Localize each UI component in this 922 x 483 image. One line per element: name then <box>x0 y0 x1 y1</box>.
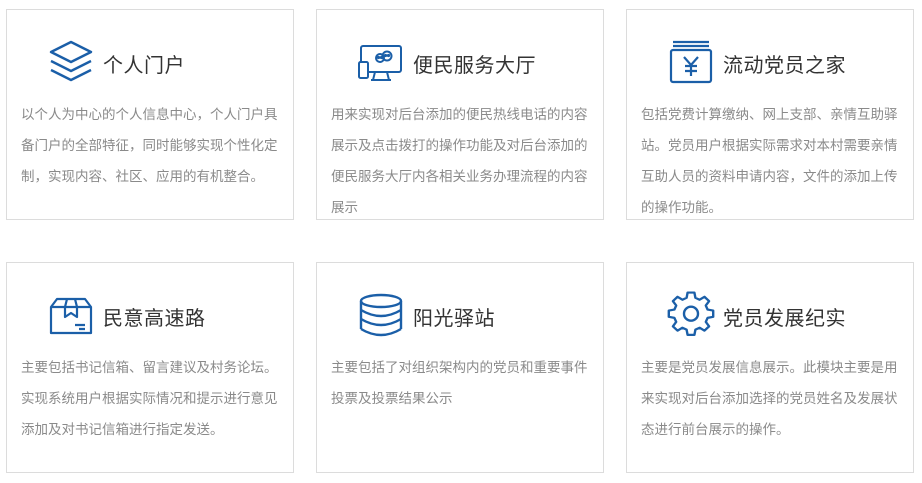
card-title: 便民服务大厅 <box>413 52 536 77</box>
card-service-hall[interactable]: 便民服务大厅 用来实现对后台添加的便民热线电话的内容展示及点击拨打的操作功能及对… <box>316 9 604 220</box>
card-title: 民意高速路 <box>103 305 206 330</box>
card-member-development[interactable]: 党员发展纪实 主要是党员发展信息展示。此模块主要是用来实现对后台添加选择的党员姓… <box>626 262 914 473</box>
card-description: 以个人为中心的个人信息中心，个人门户具备门户的全部特征，同时能够实现个性化定制，… <box>21 107 278 185</box>
card-description: 主要包括书记信箱、留言建议及村务论坛。实现系统用户根据实际情况和提示进行意见添加… <box>21 360 278 438</box>
card-description: 主要包括了对组织架构内的党员和重要事件投票及投票结果公示 <box>331 360 588 407</box>
card-title: 阳光驿站 <box>413 305 495 330</box>
card-personal-portal[interactable]: 个人门户 以个人为中心的个人信息中心，个人门户具备门户的全部特征，同时能够实现个… <box>6 9 294 220</box>
card-title: 个人门户 <box>103 52 185 77</box>
card-title: 党员发展纪实 <box>723 305 846 330</box>
card-public-opinion[interactable]: 民意高速路 主要包括书记信箱、留言建议及村务论坛。实现系统用户根据实际情况和提示… <box>6 262 294 473</box>
yen-box-icon <box>665 38 717 88</box>
card-description: 用来实现对后台添加的便民热线电话的内容展示及点击拨打的操作功能及对后台添加的便民… <box>331 107 588 216</box>
card-description: 主要是党员发展信息展示。此模块主要是用来实现对后台添加选择的党员姓名及发展状态进… <box>641 360 898 438</box>
card-mobile-members[interactable]: 流动党员之家 包括党费计算缴纳、网上支部、亲情互助驿站。党员用户根据实际需求对本… <box>626 9 914 220</box>
layers-icon <box>45 38 97 88</box>
gear-icon <box>665 291 717 341</box>
card-description: 包括党费计算缴纳、网上支部、亲情互助驿站。党员用户根据实际需求对本村需要亲情互助… <box>641 107 898 216</box>
database-icon <box>355 291 407 341</box>
card-title: 流动党员之家 <box>723 52 846 77</box>
devices-chat-icon <box>355 38 407 88</box>
card-sunshine-station[interactable]: 阳光驿站 主要包括了对组织架构内的党员和重要事件投票及投票结果公示 <box>316 262 604 473</box>
package-box-icon <box>45 291 97 341</box>
